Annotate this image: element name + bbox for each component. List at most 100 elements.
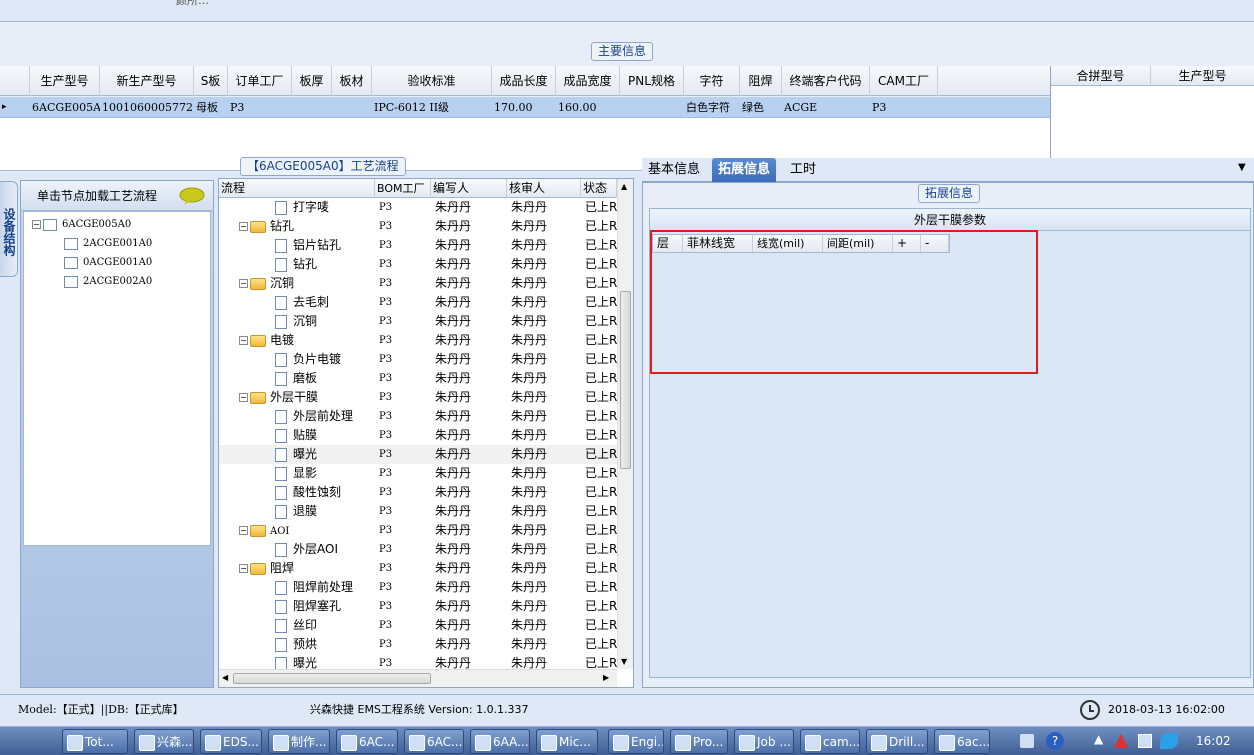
process-name: 显影 [293, 466, 318, 480]
process-row[interactable]: 沉铜 P3 朱丹丹 朱丹丹 已上R [219, 312, 617, 331]
col-header[interactable]: PNL规格 [620, 66, 684, 96]
scroll-up-icon[interactable]: ▲ [621, 182, 627, 191]
col-header[interactable]: 终端客户代码 [782, 66, 870, 96]
process-row[interactable]: 磨板 P3 朱丹丹 朱丹丹 已上R [219, 369, 617, 388]
taskbar-button[interactable]: 6AC... [336, 729, 398, 754]
cell: 母板 [196, 101, 218, 114]
col-header[interactable]: 流程 [219, 179, 375, 198]
col-header[interactable]: 核审人 [507, 179, 581, 198]
app-tray-icon[interactable] [1160, 733, 1178, 749]
process-row[interactable]: − 沉铜 P3 朱丹丹 朱丹丹 已上R [219, 274, 617, 293]
tray-expand-icon[interactable]: ▲ [1094, 732, 1103, 746]
process-row[interactable]: 酸性蚀刻 P3 朱丹丹 朱丹丹 已上R [219, 483, 617, 502]
process-name-cell: 贴膜 [275, 426, 317, 445]
status-cell: 已上R [585, 257, 617, 271]
col-header[interactable]: 阻焊 [740, 66, 782, 96]
process-row[interactable]: − 钻孔 P3 朱丹丹 朱丹丹 已上R [219, 217, 617, 236]
help-icon[interactable]: ? [1046, 732, 1064, 750]
col-header[interactable]: 成品宽度 [556, 66, 620, 96]
process-row[interactable]: 显影 P3 朱丹丹 朱丹丹 已上R [219, 464, 617, 483]
col-header[interactable]: 状态 [581, 179, 617, 198]
collapse-icon[interactable]: − [239, 222, 248, 231]
process-row[interactable]: − 电镀 P3 朱丹丹 朱丹丹 已上R [219, 331, 617, 350]
document-icon [275, 371, 287, 386]
tree-node-child[interactable]: 2ACGE002A0 [64, 273, 152, 291]
process-row[interactable]: 负片电镀 P3 朱丹丹 朱丹丹 已上R [219, 350, 617, 369]
process-row[interactable]: − 外层干膜 P3 朱丹丹 朱丹丹 已上R [219, 388, 617, 407]
taskbar-button[interactable]: 兴森... [134, 729, 194, 754]
col-header[interactable]: 合拼型号 [1051, 66, 1151, 86]
scroll-left-icon[interactable]: ◀ [222, 673, 228, 682]
process-row[interactable]: 退膜 P3 朱丹丹 朱丹丹 已上R [219, 502, 617, 521]
col-header[interactable]: 板材 [332, 66, 372, 96]
process-row[interactable]: 去毛刺 P3 朱丹丹 朱丹丹 已上R [219, 293, 617, 312]
network-icon[interactable] [1114, 734, 1128, 748]
process-row[interactable]: − 阻焊 P3 朱丹丹 朱丹丹 已上R [219, 559, 617, 578]
taskbar-button[interactable]: 6ac... [934, 729, 990, 754]
taskbar-button[interactable]: 6AA... [470, 729, 530, 754]
col-header[interactable]: 编写人 [431, 179, 507, 198]
taskbar-button[interactable]: Mic... [536, 729, 598, 754]
bom-cell: P3 [379, 202, 393, 213]
taskbar-button[interactable]: Drill... [866, 729, 928, 754]
taskbar-button[interactable]: Tot... [62, 729, 128, 754]
table-row[interactable]: ▸ 6ACGE005A0 10010600057721 母板 P3 IPC-60… [0, 97, 1050, 118]
collapse-icon[interactable]: − [239, 393, 248, 402]
taskbar-button[interactable]: Job ... [734, 729, 794, 754]
taskbar-button[interactable]: 制作... [268, 729, 330, 754]
collapse-icon[interactable]: − [239, 526, 248, 535]
tab-basic-info[interactable]: 基本信息 [642, 158, 706, 182]
col-header[interactable]: S板 [194, 66, 228, 96]
taskbar-button[interactable]: Engi... [608, 729, 664, 754]
taskbar-button[interactable]: 6AC... [404, 729, 464, 754]
process-name: 沉铜 [270, 276, 295, 290]
collapse-icon[interactable]: − [239, 336, 248, 345]
col-header[interactable]: 生产型号 [1151, 66, 1254, 86]
process-row[interactable]: 阻焊前处理 P3 朱丹丹 朱丹丹 已上R [219, 578, 617, 597]
tree-node-child[interactable]: 0ACGE001A0 [64, 254, 152, 272]
col-header[interactable]: 成品长度 [492, 66, 556, 96]
col-header[interactable]: CAM工厂 [870, 66, 938, 96]
col-header[interactable]: 字符 [684, 66, 740, 96]
scroll-thumb[interactable] [620, 291, 631, 469]
scroll-down-icon[interactable]: ▼ [621, 657, 627, 666]
tab-dropdown-icon[interactable]: ▼ [1238, 162, 1246, 173]
collapse-icon[interactable]: − [239, 564, 248, 573]
process-row[interactable]: 外层前处理 P3 朱丹丹 朱丹丹 已上R [219, 407, 617, 426]
scroll-thumb[interactable] [233, 673, 431, 684]
process-name: 负片电镀 [293, 352, 342, 366]
chat-bubble-icon[interactable] [179, 187, 205, 205]
tree-node-child[interactable]: 2ACGE001A0 [64, 235, 152, 253]
col-header[interactable]: 订单工厂 [228, 66, 292, 96]
tab-extended-info[interactable]: 拓展信息 [712, 158, 777, 182]
process-row[interactable]: 钻孔 P3 朱丹丹 朱丹丹 已上R [219, 255, 617, 274]
taskbar-button[interactable]: Pro... [670, 729, 728, 754]
process-row[interactable]: 预烘 P3 朱丹丹 朱丹丹 已上R [219, 635, 617, 654]
tree-node-root[interactable]: − 6ACGE005A0 [32, 216, 131, 234]
tab-work-hours[interactable]: 工时 [784, 158, 822, 182]
keyboard-icon[interactable] [1020, 734, 1034, 748]
col-header[interactable]: 板厚 [292, 66, 332, 96]
scroll-right-icon[interactable]: ▶ [603, 673, 609, 682]
collapse-icon[interactable]: − [239, 279, 248, 288]
process-row[interactable]: 打字唛 P3 朱丹丹 朱丹丹 已上R [219, 198, 617, 217]
process-row[interactable]: 阻焊塞孔 P3 朱丹丹 朱丹丹 已上R [219, 597, 617, 616]
process-row[interactable]: 铝片钻孔 P3 朱丹丹 朱丹丹 已上R [219, 236, 617, 255]
process-row[interactable]: 外层AOI P3 朱丹丹 朱丹丹 已上R [219, 540, 617, 559]
monitor-icon[interactable] [1138, 734, 1152, 748]
horizontal-scrollbar[interactable]: ◀ ▶ [219, 669, 617, 687]
col-header[interactable]: 新生产型号 [100, 66, 194, 96]
taskbar-button[interactable]: cam... [800, 729, 860, 754]
col-header[interactable]: BOM工厂 [375, 179, 431, 198]
col-header[interactable]: 生产型号 [30, 66, 100, 96]
vertical-scrollbar[interactable]: ▲ ▼ [617, 179, 633, 669]
process-row[interactable]: 丝印 P3 朱丹丹 朱丹丹 已上R [219, 616, 617, 635]
collapse-icon[interactable]: − [32, 220, 41, 229]
col-header[interactable]: 验收标准 [372, 66, 492, 96]
taskbar-button[interactable]: EDS... [200, 729, 262, 754]
tray-clock[interactable]: 16:02 [1196, 727, 1231, 755]
process-row[interactable]: 曝光 P3 朱丹丹 朱丹丹 已上R [219, 445, 617, 464]
side-tab-structure[interactable]: 设备结构 [0, 181, 18, 277]
process-row[interactable]: 贴膜 P3 朱丹丹 朱丹丹 已上R [219, 426, 617, 445]
process-row[interactable]: − AOI P3 朱丹丹 朱丹丹 已上R [219, 521, 617, 540]
